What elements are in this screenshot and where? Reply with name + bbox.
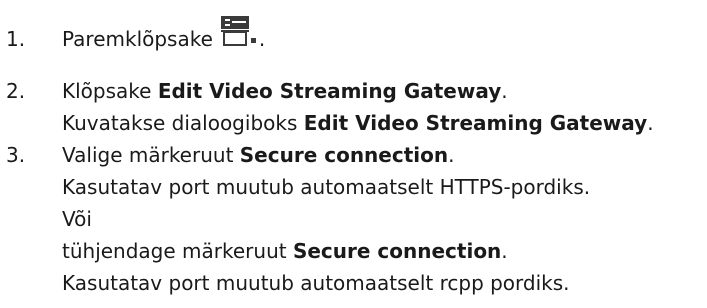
step-3-number: 3. [6, 143, 26, 167]
step-1-text: Paremklõpsake . [62, 16, 266, 55]
step-2-number: 2. [6, 79, 26, 103]
step-3-or: Või [62, 207, 92, 231]
ui-term-secure-connection-alt: Secure connection [292, 239, 502, 263]
step-3-alt-pre: tühjendage märkeruut [62, 239, 293, 263]
step-3-result-https: Kasutatav port muutub automaatselt HTTPS… [62, 175, 591, 199]
vsg-device-icon [219, 16, 259, 55]
step-2-result: Kuvatakse dialoogiboks Edit Video Stream… [62, 108, 654, 139]
step-1-label: Paremklõpsake [62, 27, 213, 51]
step-3-alt-post: . [501, 239, 508, 263]
step-2-pre: Klõpsake [62, 79, 158, 103]
step-3-result-rcpp: Kasutatav port muutub automaatselt rcpp … [62, 271, 570, 295]
step-3-alt-instruction: tühjendage märkeruut Secure connection. [62, 236, 508, 267]
step-3-pre: Valige märkeruut [62, 143, 240, 167]
ui-term-secure-connection: Secure connection [239, 143, 449, 167]
ui-term-edit-vsg: Edit Video Streaming Gateway [157, 79, 502, 103]
step-2-instruction: Klõpsake Edit Video Streaming Gateway. [62, 76, 508, 107]
step-2-result-post: . [647, 111, 654, 135]
ui-term-edit-vsg-dialog: Edit Video Streaming Gateway [303, 111, 648, 135]
step-2-result-pre: Kuvatakse dialoogiboks [62, 111, 304, 135]
step-3-post: . [448, 143, 455, 167]
step-2-post: . [501, 79, 508, 103]
step-3-instruction: Valige märkeruut Secure connection. [62, 140, 454, 171]
step-1-number: 1. [6, 27, 26, 51]
step-1-suffix: . [258, 27, 266, 51]
